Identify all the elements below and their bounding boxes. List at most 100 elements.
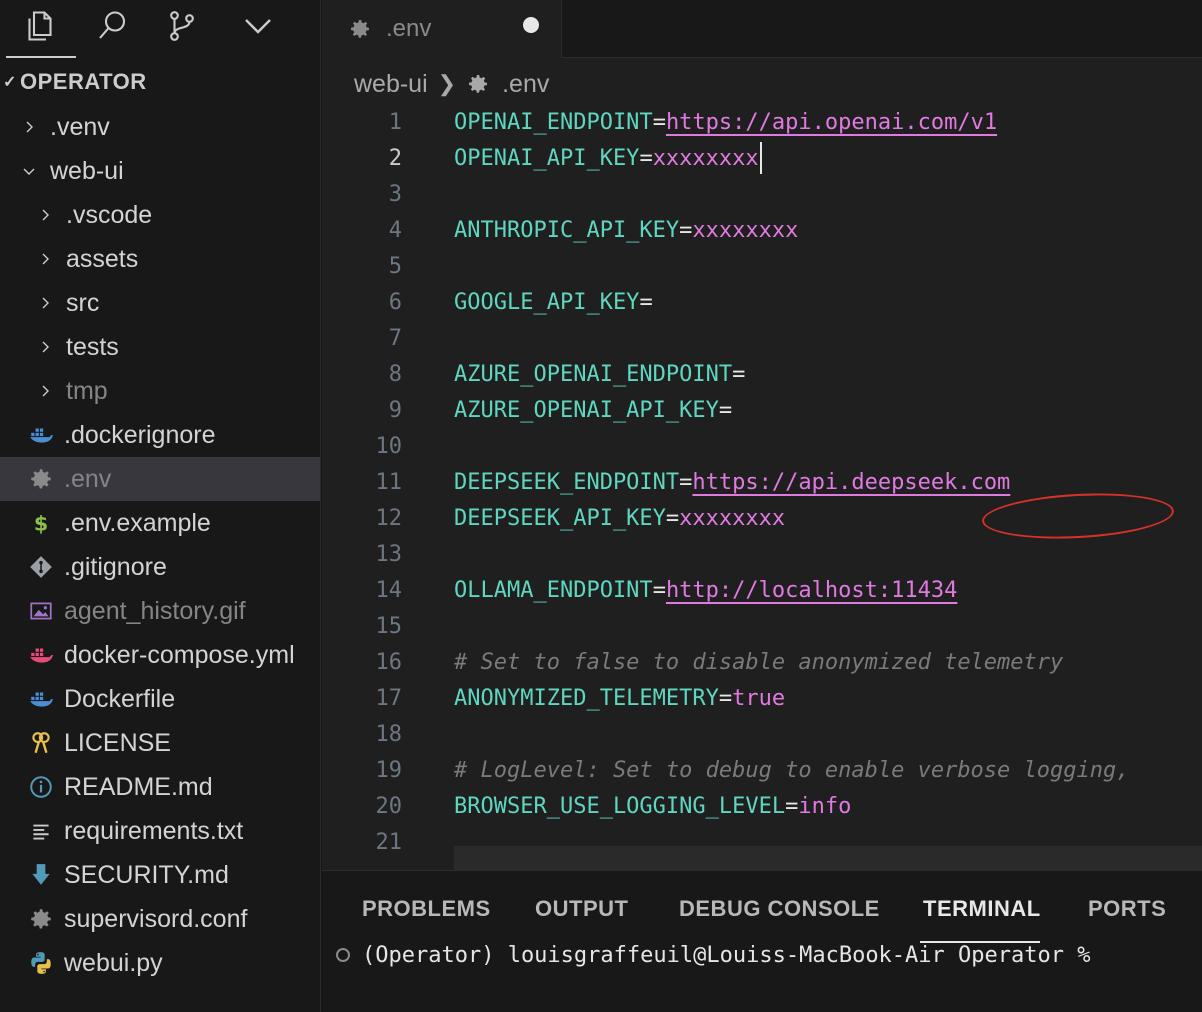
tree-file-item[interactable]: .dockerignore (0, 413, 320, 457)
code-line[interactable]: 2 OPENAI_API_KEY = xxxxxxxx (322, 140, 1202, 176)
tree-item-label: README.md (64, 772, 213, 801)
chevron-right-icon (34, 325, 56, 369)
tree-item-label: LICENSE (64, 728, 171, 757)
equals-sign: = (718, 685, 733, 711)
code-line[interactable]: 4 ANTHROPIC_API_KEY = xxxxxxxx (322, 212, 1202, 248)
code-line[interactable]: 8 AZURE_OPENAI_ENDPOINT = (322, 356, 1202, 392)
code-line[interactable]: 19 # LogLevel: Set to debug to enable ver… (322, 752, 1202, 788)
code-line[interactable]: 11 DEEPSEEK_ENDPOINT = https://api.deepseek… (322, 464, 1202, 500)
tree-file-item[interactable]: .env (0, 457, 320, 501)
line-number: 18 (375, 721, 403, 747)
tab-output[interactable]: OUTPUT (535, 887, 628, 931)
tree-item-label: Dockerfile (64, 684, 176, 713)
tree-item-label: webui.py (64, 948, 163, 977)
tree-folder-item[interactable]: assets (0, 237, 320, 281)
code-line[interactable]: 15 (322, 608, 1202, 644)
tree-folder-item[interactable]: .vscode (0, 193, 320, 237)
url-value[interactable]: https://api.openai.com/v1 (666, 110, 997, 135)
more-chevron-icon[interactable] (236, 4, 280, 48)
tab-terminal[interactable]: TERMINAL (923, 887, 1041, 931)
tab-debug-console[interactable]: DEBUG CONSOLE (679, 887, 880, 931)
tab-env-file[interactable]: .env (322, 0, 562, 58)
code-line[interactable]: 9 AZURE_OPENAI_API_KEY = (322, 392, 1202, 428)
tree-file-item[interactable]: README.md (0, 765, 320, 809)
url-value[interactable]: http://localhost:11434 (666, 578, 957, 603)
text-cursor (759, 142, 762, 174)
code-line[interactable]: 17 ANONYMIZED_TELEMETRY = true (322, 680, 1202, 716)
tree-folder-item[interactable]: src (0, 281, 320, 325)
tree-folder-item[interactable]: tmp (0, 369, 320, 413)
tab-ports[interactable]: PORTS (1088, 887, 1166, 931)
unsaved-dot-icon[interactable] (523, 17, 539, 33)
search-icon[interactable] (90, 4, 134, 48)
code-line-text: DEEPSEEK_ENDPOINT = https://api.deepseek.c… (454, 464, 1010, 500)
tree-file-item[interactable]: Dockerfile (0, 677, 320, 721)
tree-folder-item[interactable]: tests (0, 325, 320, 369)
git-icon (26, 545, 56, 589)
code-line[interactable]: 5 (322, 248, 1202, 284)
tree-item-label: .gitignore (64, 552, 167, 581)
dollar-icon: $ (26, 501, 56, 545)
tree-item-label: tmp (66, 376, 108, 405)
gear-icon (466, 72, 490, 96)
tree-file-item[interactable]: $ .env.example (0, 501, 320, 545)
env-key: AZURE_OPENAI_ENDPOINT (454, 361, 733, 387)
tree-item-label: src (66, 288, 100, 317)
breadcrumb-folder[interactable]: web-ui (354, 70, 428, 99)
tree-folder-item[interactable]: .venv (0, 105, 320, 149)
code-line-text: AZURE_OPENAI_API_KEY = (454, 392, 732, 428)
chevron-right-icon (34, 237, 56, 281)
tab-problems[interactable]: PROBLEMS (362, 887, 491, 931)
equals-sign: = (718, 397, 733, 423)
code-editor[interactable]: 1 OPENAI_ENDPOINT = https://api.openai.com/… (322, 104, 1202, 860)
terminal-prompt-line[interactable]: (Operator) louisgraffeuil@Louiss-MacBook… (336, 937, 1090, 973)
line-number: 6 (388, 289, 402, 315)
tree-file-item[interactable]: supervisord.conf (0, 897, 320, 941)
tree-file-item[interactable]: webui.py (0, 941, 320, 985)
tree-file-item[interactable]: agent_history.gif (0, 589, 320, 633)
line-number: 16 (375, 649, 403, 675)
url-value[interactable]: https://api.deepseek.com (692, 470, 1010, 495)
env-key: DEEPSEEK_API_KEY (454, 505, 666, 531)
tree-file-item[interactable]: docker-compose.yml (0, 633, 320, 677)
env-key: DEEPSEEK_ENDPOINT (454, 469, 680, 495)
code-line[interactable]: 20 BROWSER_USE_LOGGING_LEVEL = info (322, 788, 1202, 824)
license-key-icon (26, 721, 56, 765)
code-line[interactable]: 10 (322, 428, 1202, 464)
equals-sign: = (652, 577, 666, 603)
line-number: 21 (375, 829, 403, 855)
code-line[interactable]: 7 (322, 320, 1202, 356)
panel-tab-bar: PROBLEMS OUTPUT DEBUG CONSOLE TERMINAL P… (322, 887, 1202, 943)
code-line[interactable]: 1 OPENAI_ENDPOINT = https://api.openai.com/… (322, 104, 1202, 140)
line-number: 3 (388, 181, 402, 207)
env-key: OLLAMA_ENDPOINT (454, 577, 653, 603)
line-number: 19 (375, 757, 403, 783)
code-line[interactable]: 6 GOOGLE_API_KEY = (322, 284, 1202, 320)
line-number: 17 (375, 685, 403, 711)
env-key: AZURE_OPENAI_API_KEY (454, 397, 719, 423)
tree-file-item[interactable]: .gitignore (0, 545, 320, 589)
source-control-icon[interactable] (160, 4, 204, 48)
tree-file-item[interactable]: SECURITY.md (0, 853, 320, 897)
env-key: GOOGLE_API_KEY (454, 289, 640, 315)
code-line[interactable]: 14 OLLAMA_ENDPOINT = http://localhost:11434 (322, 572, 1202, 608)
tree-folder-item[interactable]: web-ui (0, 149, 320, 193)
equals-sign: = (679, 469, 693, 495)
equals-sign: = (652, 109, 666, 135)
code-line[interactable]: 3 (322, 176, 1202, 212)
code-line[interactable]: 18 (322, 716, 1202, 752)
tree-file-item[interactable]: requirements.txt (0, 809, 320, 853)
explorer-icon[interactable] (18, 4, 62, 48)
tree-file-item[interactable]: LICENSE (0, 721, 320, 765)
breadcrumb-file[interactable]: .env (502, 70, 549, 99)
download-arrow-icon (26, 853, 56, 897)
code-line[interactable]: 13 (322, 536, 1202, 572)
code-line[interactable]: 12 DEEPSEEK_API_KEY = xxxxxxxx (322, 500, 1202, 536)
gear-icon (26, 457, 56, 501)
docker-icon (26, 677, 56, 721)
code-line[interactable]: 16 # Set to false to disable anonymized t… (322, 644, 1202, 680)
env-value: info (798, 793, 852, 819)
chevron-right-icon (34, 281, 56, 325)
bottom-panel: PROBLEMS OUTPUT DEBUG CONSOLE TERMINAL P… (322, 870, 1202, 1012)
explorer-section-header[interactable]: ✓ OPERATOR (0, 64, 320, 100)
